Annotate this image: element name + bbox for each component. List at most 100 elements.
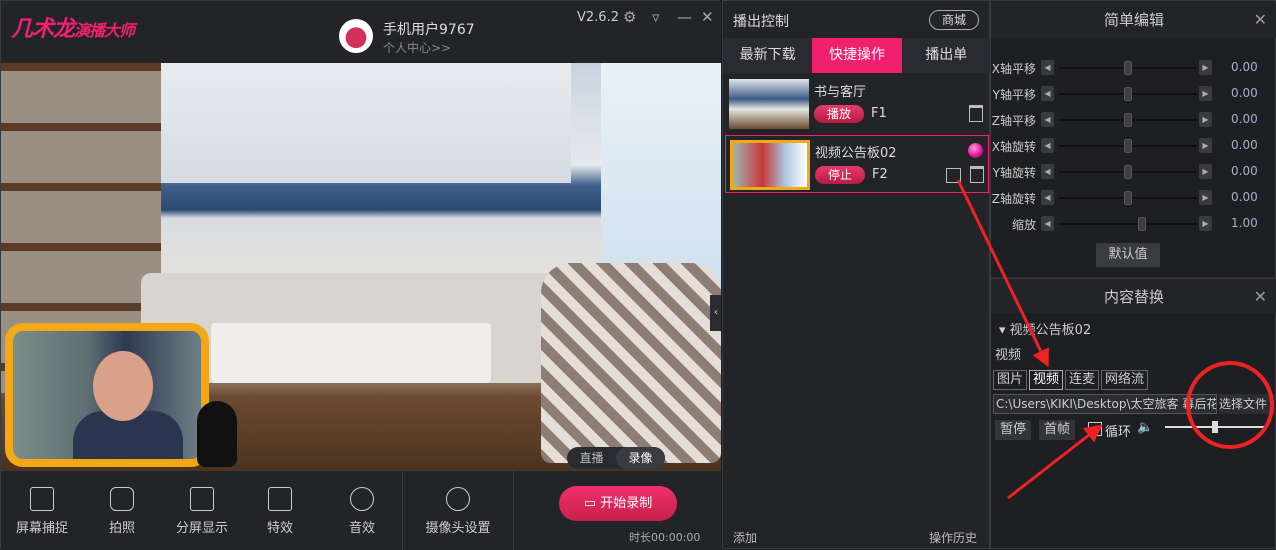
tab-playlist[interactable]: 播出单	[902, 38, 991, 73]
split-screen-button[interactable]: 分屏显示	[171, 471, 233, 550]
dropdown-icon[interactable]: ▿	[652, 8, 660, 26]
tab-quick-actions[interactable]: 快捷操作	[812, 38, 902, 73]
user-name[interactable]: 手机用户9767	[383, 19, 475, 39]
left-arrow-icon[interactable]: ◀	[1041, 60, 1054, 75]
slider-value: 0.00	[1231, 86, 1258, 100]
slider-value: 0.00	[1231, 164, 1258, 178]
slider-thumb[interactable]	[1124, 191, 1132, 205]
mode-record[interactable]: 录像	[616, 447, 665, 469]
right-arrow-icon[interactable]: ▶	[1199, 216, 1212, 231]
shop-button[interactable]: 商城	[929, 10, 979, 30]
photo-button[interactable]: 拍照	[97, 471, 147, 550]
slider-thumb[interactable]	[1124, 61, 1132, 75]
slider-label: Y轴平移	[992, 88, 1036, 102]
history-button[interactable]: 操作历史	[929, 529, 977, 546]
screen-capture-button[interactable]: 屏幕捕捉	[11, 471, 73, 550]
music-disc-icon	[350, 487, 374, 511]
audio-effects-button[interactable]: 音效	[339, 471, 385, 550]
collapse-panel-button[interactable]: ‹	[710, 295, 721, 331]
left-arrow-icon[interactable]: ◀	[1041, 86, 1054, 101]
monitor-icon	[190, 487, 214, 511]
close-icon[interactable]: ✕	[701, 8, 714, 26]
mode-switch[interactable]: 直播 录像	[567, 447, 665, 469]
cat-sticker[interactable]	[197, 401, 237, 467]
webcam-overlay[interactable]: 周围没有任何人 他注定会在飞船上老死	[5, 323, 209, 467]
tab-video[interactable]: 视频	[1029, 370, 1064, 390]
close-icon[interactable]: ✕	[1254, 279, 1267, 315]
play-button[interactable]: 播放	[814, 105, 864, 123]
panel-title: 简单编辑	[1103, 11, 1164, 29]
preview-canvas[interactable]: 周围没有任何人 他注定会在飞船上老死 直播 录像 ‹	[1, 63, 721, 471]
avatar[interactable]	[339, 19, 373, 53]
right-arrow-icon[interactable]: ▶	[1199, 60, 1212, 75]
edit-icon[interactable]	[946, 168, 961, 183]
left-arrow-icon[interactable]: ◀	[1041, 216, 1054, 231]
slider-label: X轴平移	[991, 62, 1036, 76]
left-arrow-icon[interactable]: ◀	[1041, 138, 1054, 153]
slider-row: Z轴旋转 ◀ ▶ 0.00	[991, 188, 1276, 208]
default-button[interactable]: 默认值	[1096, 243, 1160, 267]
image-icon	[268, 487, 292, 511]
user-center-link[interactable]: 个人中心>>	[383, 39, 451, 56]
tool-label: 特效	[266, 521, 293, 536]
tool-label: 屏幕捕捉	[15, 521, 68, 536]
video-subtitle: 周围没有任何人 他注定会在飞船上老死	[45, 458, 201, 459]
replace-item-name: 视频公告板02	[1009, 323, 1092, 338]
content-replace-header: 内容替换 ✕	[991, 277, 1276, 313]
version-label: V2.6.2	[577, 10, 619, 25]
tab-stream[interactable]: 网络流	[1101, 370, 1149, 390]
bottom-toolbar: 屏幕捕捉 拍照 分屏显示 特效 音效 摄像头设置 ▭ 开始录制 时长00:00:…	[1, 471, 721, 550]
slider-thumb[interactable]	[1124, 113, 1132, 127]
tool-label: 拍照	[108, 521, 135, 536]
replace-item-toggle[interactable]: ▾ 视频公告板02	[999, 319, 1091, 338]
volume-slider[interactable]	[1165, 421, 1265, 433]
list-item[interactable]: 书与客厅 播放 F1	[725, 75, 989, 133]
slider-thumb[interactable]	[1124, 87, 1132, 101]
trash-icon[interactable]	[969, 105, 983, 122]
left-arrow-icon[interactable]: ◀	[1041, 112, 1054, 127]
right-arrow-icon[interactable]: ▶	[1199, 138, 1212, 153]
left-arrow-icon[interactable]: ◀	[1041, 164, 1054, 179]
slider-row: Y轴平移 ◀ ▶ 0.00	[991, 84, 1276, 104]
slider-row: X轴平移 ◀ ▶ 0.00	[991, 58, 1276, 78]
right-arrow-icon[interactable]: ▶	[1199, 190, 1212, 205]
trash-icon[interactable]	[970, 166, 984, 183]
slider-row: Z轴平移 ◀ ▶ 0.00	[991, 110, 1276, 130]
slider-row: 缩放 ◀ ▶ 1.00	[991, 214, 1276, 234]
left-arrow-icon[interactable]: ◀	[1041, 190, 1054, 205]
slider-thumb[interactable]	[1124, 165, 1132, 179]
slider-label: Z轴平移	[991, 114, 1036, 128]
source-tabs: 图片 视频 连麦 网络流	[993, 370, 1149, 390]
right-arrow-icon[interactable]: ▶	[1199, 112, 1212, 127]
camera-icon	[110, 487, 134, 511]
volume-thumb[interactable]	[1212, 421, 1218, 433]
right-arrow-icon[interactable]: ▶	[1199, 164, 1212, 179]
file-path-input[interactable]: C:\Users\KIKI\Desktop\太空旅客 幕后花絮	[993, 394, 1217, 414]
effects-button[interactable]: 特效	[257, 471, 303, 550]
tab-latest-downloads[interactable]: 最新下载	[723, 38, 812, 73]
minimize-icon[interactable]: —	[677, 8, 692, 26]
tab-image[interactable]: 图片	[993, 370, 1028, 390]
choose-file-button[interactable]: 选择文件	[1219, 394, 1276, 414]
pause-button[interactable]: 暂停	[995, 420, 1032, 440]
edit-panel: 简单编辑 ✕ X轴平移 ◀ ▶ 0.00 Y轴平移 ◀ ▶ 0.00 Z轴平移 ◀ ▶…	[990, 0, 1276, 549]
gear-icon[interactable]: ⚙	[623, 8, 636, 26]
add-button[interactable]: 添加	[733, 529, 757, 546]
tab-lianmai[interactable]: 连麦	[1065, 370, 1100, 390]
close-icon[interactable]: ✕	[1254, 2, 1267, 38]
item-thumbnail	[729, 79, 809, 129]
person-face	[93, 351, 153, 421]
mode-live[interactable]: 直播	[567, 447, 616, 469]
right-arrow-icon[interactable]: ▶	[1199, 86, 1212, 101]
simple-edit-header: 简单编辑 ✕	[991, 2, 1276, 38]
list-item[interactable]: 视频公告板02 停止 F2	[725, 135, 989, 193]
loop-checkbox[interactable]: ✓	[1088, 422, 1102, 436]
camera-settings-button[interactable]: 摄像头设置	[419, 471, 497, 550]
slider-thumb[interactable]	[1137, 217, 1146, 231]
stop-button[interactable]: 停止	[815, 166, 865, 184]
slider-thumb[interactable]	[1124, 139, 1132, 153]
slider-value: 0.00	[1231, 60, 1258, 74]
start-record-button[interactable]: ▭ 开始录制	[559, 486, 677, 521]
slider-track[interactable]	[1059, 223, 1197, 225]
first-frame-button[interactable]: 首帧	[1039, 420, 1076, 440]
